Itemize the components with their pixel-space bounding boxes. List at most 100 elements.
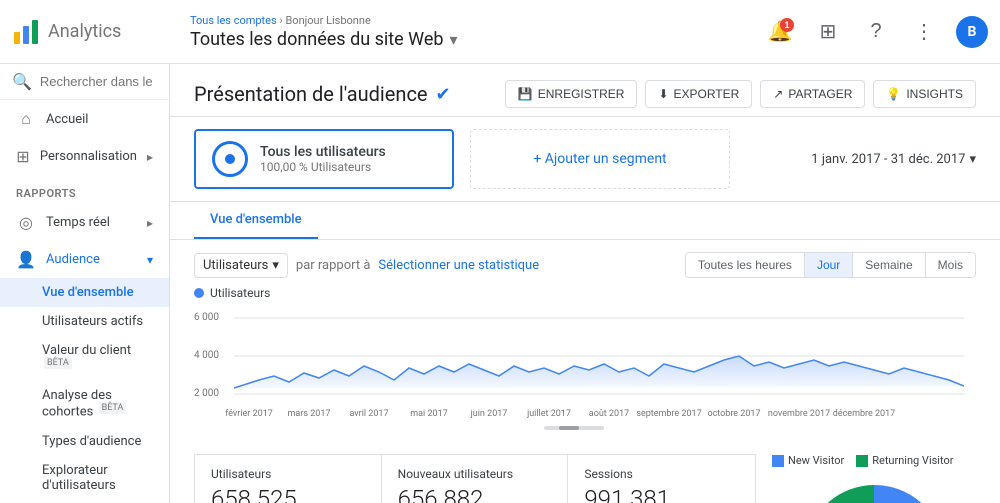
time-btn-all-hours[interactable]: Toutes les heures [686, 253, 805, 277]
metric-selector: Utilisateurs ▾ par rapport à Sélectionne… [194, 253, 539, 278]
sidebar-item-audience[interactable]: 👤 Audience ▾ [0, 241, 169, 278]
svg-text:mai 2017: mai 2017 [410, 409, 447, 419]
sidebar-item-accueil[interactable]: ⌂ Accueil [0, 100, 169, 138]
legend-label: Utilisateurs [210, 286, 270, 300]
main-layout: 🔍 ⌂ Accueil ⊞ Personnalisation ▸ RAPPORT… [0, 64, 1000, 503]
time-btn-semaine[interactable]: Semaine [853, 253, 925, 277]
time-btn-jour[interactable]: Jour [805, 253, 853, 277]
sidebar-search-container: 🔍 [0, 64, 169, 100]
sidebar-sub-item-donnees-demographiques[interactable]: Données démographiques [0, 500, 169, 503]
svg-text:février 2017: février 2017 [225, 409, 273, 419]
chart-svg-container: 6 000 4 000 2 000 [194, 308, 976, 442]
collapse-icon: ▾ [147, 253, 153, 267]
realtime-icon: ◎ [16, 213, 36, 232]
metric-value: 658 525 [211, 485, 365, 503]
pie-legend-new-visitor: New Visitor [772, 454, 844, 467]
top-header: Analytics Tous les comptes › Bonjour Lis… [0, 0, 1000, 64]
sidebar-sub-item-utilisateurs-actifs[interactable]: Utilisateurs actifs [0, 307, 169, 336]
pie-chart-svg: 79,6% 20,4% [794, 475, 954, 503]
sidebar-sub-item-vue-densemble[interactable]: Vue d'ensemble [0, 278, 169, 307]
export-icon: ⬇ [658, 87, 668, 101]
time-buttons: Toutes les heures Jour Semaine Mois [685, 252, 976, 278]
segment-info: Tous les utilisateurs 100,00 % Utilisate… [260, 144, 386, 174]
expand-icon: ▸ [147, 216, 153, 230]
line-chart-svg: 6 000 4 000 2 000 [194, 308, 964, 438]
sidebar-item-personnalisation[interactable]: ⊞ Personnalisation ▸ [0, 138, 169, 175]
avatar[interactable]: B [956, 16, 988, 48]
chart-legend: Utilisateurs [194, 286, 976, 300]
time-btn-mois[interactable]: Mois [926, 253, 975, 277]
header-icons: 🔔 1 ⊞ ? ⋮ B [764, 16, 988, 48]
metric-dropdown[interactable]: Utilisateurs ▾ [194, 253, 288, 278]
sidebar-item-temps-reel[interactable]: ◎ Temps réel ▸ [0, 204, 169, 241]
site-selector[interactable]: Toutes les données du site Web ▾ [190, 29, 764, 50]
segment-name: Tous les utilisateurs [260, 144, 386, 160]
metric-card-nouveaux-utilisateurs: Nouveaux utilisateurs 656 882 [382, 455, 569, 503]
sidebar-sub-item-types-audience[interactable]: Types d'audience [0, 427, 169, 456]
exporter-button[interactable]: ⬇ EXPORTER [645, 80, 752, 108]
chart-controls: Utilisateurs ▾ par rapport à Sélectionne… [170, 240, 1000, 286]
add-segment-label: + Ajouter un segment [533, 151, 666, 167]
segment-percent: 100,00 % Utilisateurs [260, 160, 386, 174]
date-range-selector[interactable]: 1 janv. 2017 - 31 déc. 2017 ▾ [811, 152, 976, 167]
segment-area: Tous les utilisateurs 100,00 % Utilisate… [170, 117, 1000, 202]
sidebar-item-label: Accueil [46, 112, 88, 127]
sidebar: 🔍 ⌂ Accueil ⊞ Personnalisation ▸ RAPPORT… [0, 64, 170, 503]
action-label: PARTAGER [788, 87, 852, 101]
metric-value: 656 882 [398, 485, 552, 503]
tabs-bar: Vue d'ensemble [170, 202, 1000, 240]
reports-section-label: RAPPORTS [0, 175, 169, 204]
svg-text:mars 2017: mars 2017 [288, 409, 331, 419]
site-selector-chevron-icon: ▾ [450, 30, 458, 49]
returning-visitor-color [856, 455, 868, 467]
apps-button[interactable]: ⊞ [812, 16, 844, 48]
save-icon: 💾 [518, 87, 533, 101]
content-area: Présentation de l'audience ✔ 💾 ENREGISTR… [170, 64, 1000, 503]
svg-text:décembre 2017: décembre 2017 [833, 409, 895, 419]
search-icon: 🔍 [12, 72, 32, 91]
expand-icon: ▸ [147, 150, 153, 164]
metrics-right: New Visitor Returning Visitor [756, 454, 976, 503]
action-label: EXPORTER [674, 87, 740, 101]
svg-text:6 000: 6 000 [194, 312, 219, 323]
metric-card-sessions: Sessions 991 381 [568, 455, 755, 503]
metric-value: 991 381 [584, 485, 739, 503]
new-visitor-label: New Visitor [788, 454, 844, 467]
sidebar-item-label: Personnalisation [40, 149, 137, 164]
svg-text:octobre 2017: octobre 2017 [707, 409, 760, 419]
chart-area: Utilisateurs 6 000 4 000 2 000 [170, 286, 1000, 454]
share-icon: ↗ [773, 87, 783, 101]
tab-vue-densemble[interactable]: Vue d'ensemble [194, 202, 318, 239]
insights-button[interactable]: 💡 INSIGHTS [873, 80, 976, 108]
sidebar-sub-item-analyse-cohortes[interactable]: Analyse des cohortes BÊTA [0, 381, 169, 426]
customization-icon: ⊞ [16, 147, 30, 166]
returning-visitor-label: Returning Visitor [872, 454, 953, 467]
search-input[interactable] [40, 74, 157, 89]
partager-button[interactable]: ↗ PARTAGER [760, 80, 865, 108]
vs-label: par rapport à [296, 258, 371, 273]
action-label: ENREGISTRER [538, 87, 625, 101]
metric-card-utilisateurs: Utilisateurs 658 525 [195, 455, 382, 503]
metric-name: Nouveaux utilisateurs [398, 467, 552, 481]
svg-text:août 2017: août 2017 [589, 409, 629, 419]
svg-text:juin 2017: juin 2017 [470, 409, 508, 419]
page-actions: 💾 ENREGISTRER ⬇ EXPORTER ↗ PARTAGER 💡 IN… [505, 80, 976, 108]
help-button[interactable]: ? [860, 16, 892, 48]
more-options-button[interactable]: ⋮ [908, 16, 940, 48]
add-segment-button[interactable]: + Ajouter un segment [470, 129, 730, 189]
add-metric-link[interactable]: Sélectionner une statistique [378, 258, 539, 273]
segment-circle-dot [225, 154, 235, 164]
sidebar-sub-item-explorateur-utilisateurs[interactable]: Explorateur d'utilisateurs [0, 456, 169, 500]
enregistrer-button[interactable]: 💾 ENREGISTRER [505, 80, 638, 108]
breadcrumb-child: Bonjour Lisbonne [285, 14, 370, 27]
analytics-logo-icon [12, 18, 40, 46]
date-range-label: 1 janv. 2017 - 31 déc. 2017 [811, 152, 965, 167]
sidebar-sub-item-valeur-client[interactable]: Valeur du client BÊTA [0, 336, 169, 381]
legend-dot-icon [194, 288, 204, 298]
sidebar-item-label: Temps réel [46, 215, 110, 230]
date-chevron-icon: ▾ [969, 152, 976, 167]
new-visitor-color [772, 455, 784, 467]
page-title-row: Présentation de l'audience ✔ [194, 82, 451, 106]
breadcrumb-parent-link[interactable]: Tous les comptes [190, 14, 277, 27]
notifications-button[interactable]: 🔔 1 [764, 16, 796, 48]
